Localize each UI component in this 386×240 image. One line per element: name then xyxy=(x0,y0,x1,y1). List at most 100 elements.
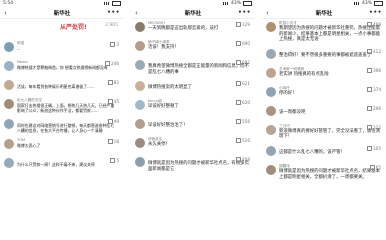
comment-item: 伊我余生 永久关停！ 516 xyxy=(131,135,255,154)
like-button[interactable]: 556 xyxy=(236,119,250,125)
comment-text: 微博就是因为热搜的问题才被新华社点名，结果基本上都是明星相关，全都扒清了，一周都… xyxy=(279,168,380,180)
battery-icon xyxy=(243,1,252,6)
comment-text: 微博太恶心了 xyxy=(17,143,41,148)
comment-item: 三分巧 新浪微博真的要好好管管了，完全没法看了，该宣清理下！ 222 xyxy=(262,122,386,143)
comment-text: 为什么只罚款一周？这样不痛不痒，建议关停 xyxy=(17,162,95,167)
more-icon[interactable]: ••• xyxy=(369,9,382,16)
like-button[interactable]: 18 xyxy=(107,139,119,144)
like-button[interactable]: 49 xyxy=(107,119,119,124)
like-button[interactable]: 296 xyxy=(367,105,381,111)
like-count: 374 xyxy=(373,86,381,92)
thumb-up-icon xyxy=(236,100,241,106)
avatar[interactable] xyxy=(135,41,145,51)
like-button[interactable]: 412 xyxy=(367,48,381,54)
like-count: 45 xyxy=(113,99,119,104)
like-button[interactable]: 82 xyxy=(107,80,119,85)
thumb-up-icon xyxy=(367,48,372,54)
like-button[interactable]: 105 xyxy=(367,145,381,151)
like-button[interactable]: 621 xyxy=(236,81,250,87)
avatar[interactable] xyxy=(135,81,145,92)
thumb-up-icon xyxy=(236,138,241,144)
comment-item: 小鸡仔 停的好！ 374 xyxy=(262,84,386,103)
avatar[interactable] xyxy=(266,22,276,32)
like-button[interactable]: 65 xyxy=(369,164,381,170)
avatar[interactable] xyxy=(135,138,145,149)
avatar[interactable] xyxy=(266,67,276,78)
like-button[interactable]: 45 xyxy=(107,99,119,104)
thumb-up-icon xyxy=(236,81,241,87)
comment-list: 机智小天才 我期望因为热搜的问题才被新华社重罚，热搜正能量的新闻少，结果基本上都是… xyxy=(262,19,386,183)
battery-icon xyxy=(112,1,121,6)
more-icon[interactable]: ••• xyxy=(107,9,120,16)
comment-text: ... xyxy=(17,46,21,51)
nav-bar: ‹ 新华社 ••• xyxy=(0,7,124,19)
like-count: 105 xyxy=(373,145,381,151)
battery-icon xyxy=(374,1,383,6)
thumb-up-icon xyxy=(105,61,110,66)
comment-item: Nemo 微博热搜才是罪魁祸首，你 想看点热搜榜新闻都没有 246 xyxy=(0,58,124,77)
avatar[interactable] xyxy=(135,60,145,70)
like-count: 18 xyxy=(113,139,119,144)
avatar[interactable] xyxy=(266,164,276,175)
avatar[interactable] xyxy=(4,119,14,129)
more-icon[interactable]: ••• xyxy=(238,9,251,16)
comment-item: 柳子绿小绿茶 活该！我支持！ 690 xyxy=(131,38,255,57)
comment-text: 我期望因为热搜的问题才被新华社重罚，热搜正能量的新闻少，结果基本上都是明星相关，… xyxy=(279,26,380,43)
comment-item: 这都是什么乱七八糟的，该严管！ 105 xyxy=(262,143,386,162)
screenshot-panel-1: 5:54 ‹ 新华社 ••• 从严处罚! 2,965 阿诺... 3 Nemo 微博热… xyxy=(0,0,124,240)
nav-title: 新华社 xyxy=(315,10,333,17)
thumb-up-icon xyxy=(367,105,372,111)
like-count: 5 xyxy=(116,158,119,163)
like-button[interactable]: 374 xyxy=(367,86,381,92)
back-arrow-icon[interactable]: ‹ xyxy=(266,9,269,17)
battery-percent: 43% xyxy=(361,1,372,6)
like-count: 690 xyxy=(242,41,250,46)
comment-list: 阿诺... 3 Nemo 微博热搜才是罪魁祸首，你 想看点热搜榜新闻都没有 246 活该，… xyxy=(0,39,124,174)
like-count: 82 xyxy=(113,80,119,85)
like-button[interactable]: 5 xyxy=(110,158,119,163)
like-count: 408 xyxy=(242,157,250,163)
nav-bar: ‹ 新华社 ••• xyxy=(131,7,255,19)
avatar[interactable] xyxy=(266,105,276,116)
like-button[interactable]: 488 xyxy=(367,22,381,27)
like-count: 49 xyxy=(113,119,119,124)
like-button[interactable]: 129 xyxy=(236,22,250,27)
like-button[interactable]: 246 xyxy=(105,61,119,66)
like-button[interactable]: 222 xyxy=(367,124,381,130)
like-button[interactable]: 516 xyxy=(236,138,250,144)
avatar[interactable] xyxy=(266,145,276,156)
thumb-up-icon xyxy=(367,22,372,27)
comment-text: 活该，每年看到各种娱乐明星也离谱极了…… xyxy=(17,84,95,89)
like-count: 516 xyxy=(242,138,250,144)
header-text: 从严处罚! xyxy=(60,24,87,31)
avatar[interactable] xyxy=(266,48,276,59)
avatar[interactable] xyxy=(4,99,14,109)
thumb-up-icon xyxy=(236,157,241,163)
thumb-up-icon xyxy=(236,22,241,27)
avatar[interactable] xyxy=(135,157,145,168)
avatar[interactable] xyxy=(4,61,14,71)
comment-item: 邵鹏伟 微博就是因为热搜的问题才被新华社点名，结果基本上都是明星相关，全都扒清了，… xyxy=(262,162,386,183)
avatar[interactable] xyxy=(135,22,145,32)
like-button[interactable]: 620 xyxy=(236,100,250,106)
avatar[interactable] xyxy=(135,119,145,130)
comment-text: 我真希望微博热搜全都是正能量的新闻和信息，而不是乱七八糟的事 xyxy=(148,64,249,75)
like-button[interactable]: 690 xyxy=(236,41,250,46)
comment-item: 阿诺... 3 xyxy=(0,39,124,58)
comment-item: 该一周都没吧 296 xyxy=(262,103,386,122)
like-button[interactable]: 692 xyxy=(236,60,250,65)
avatar[interactable] xyxy=(4,158,14,168)
avatar[interactable] xyxy=(135,100,145,111)
like-count: 620 xyxy=(242,100,250,106)
avatar[interactable] xyxy=(4,42,14,52)
avatar[interactable] xyxy=(266,124,276,135)
avatar[interactable] xyxy=(4,139,14,149)
like-button[interactable]: 3 xyxy=(110,42,119,47)
avatar[interactable] xyxy=(4,80,14,90)
back-arrow-icon[interactable]: ‹ xyxy=(4,9,7,17)
like-button[interactable]: 396 xyxy=(367,67,381,73)
like-button[interactable]: 408 xyxy=(236,157,250,163)
back-arrow-icon[interactable]: ‹ xyxy=(135,9,138,17)
nav-title: 新华社 xyxy=(184,10,202,17)
avatar[interactable] xyxy=(266,86,276,97)
